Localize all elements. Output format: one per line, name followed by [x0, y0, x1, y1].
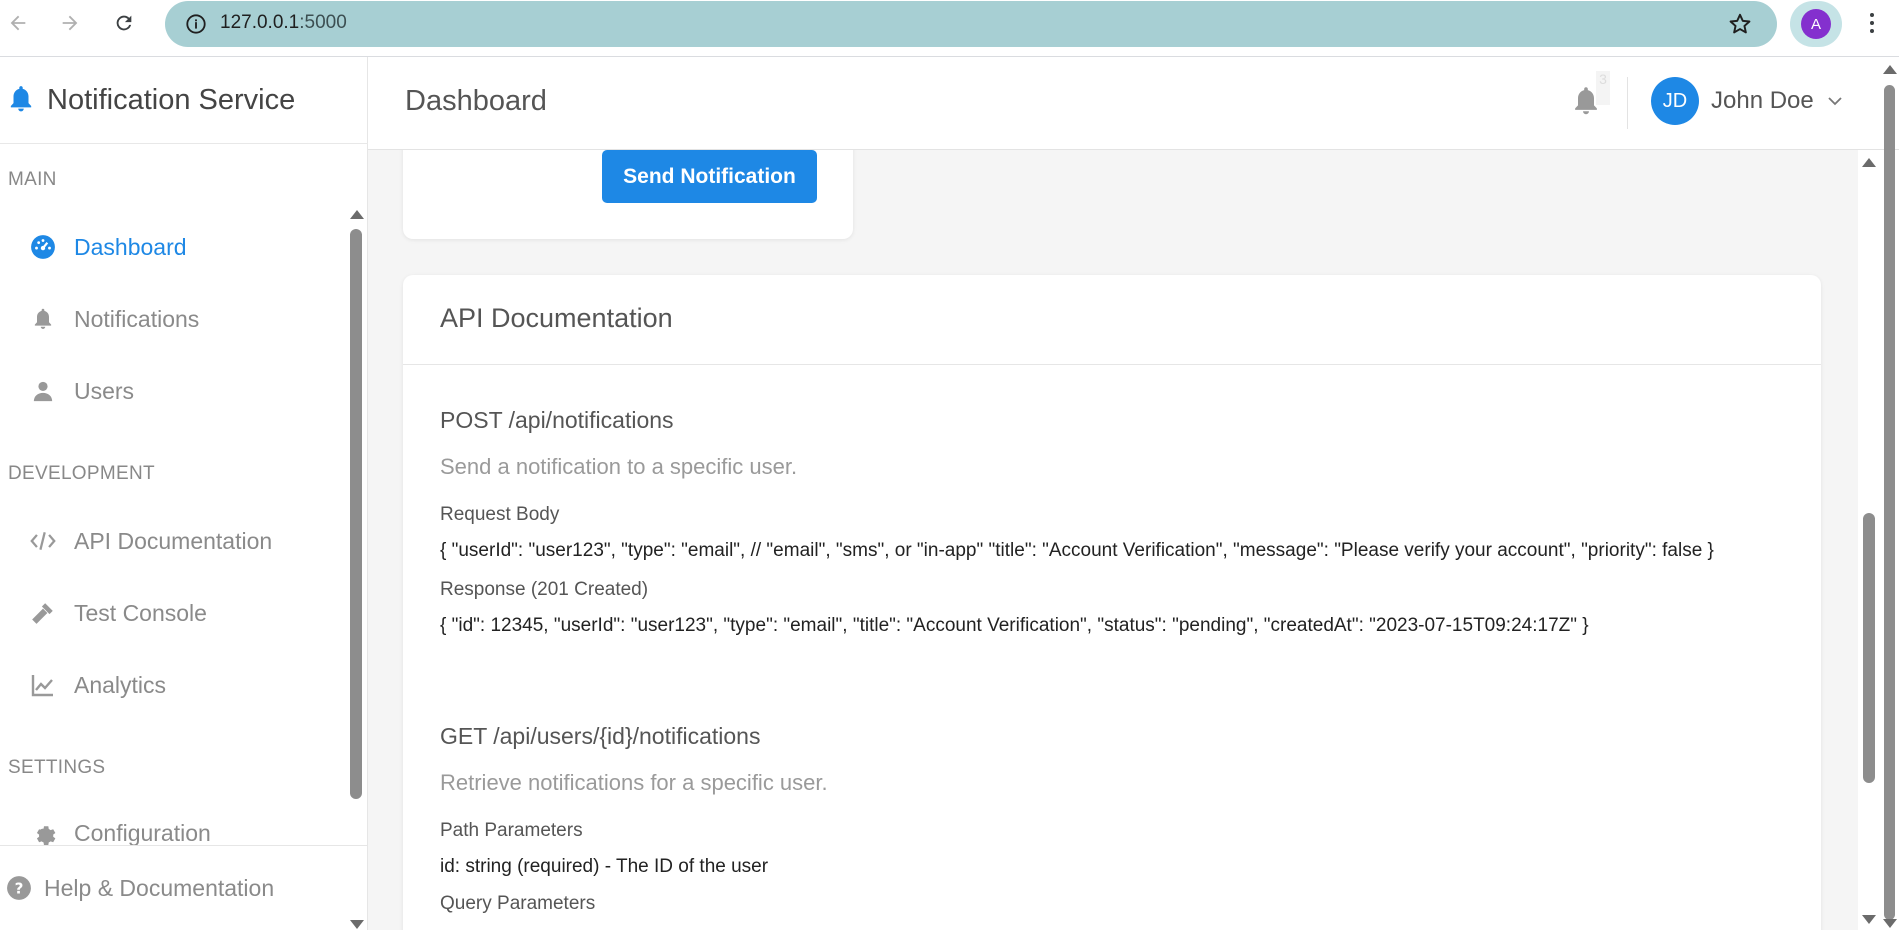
sidebar-item-label: Configuration	[74, 819, 211, 846]
sidebar-item-label: Dashboard	[74, 233, 187, 260]
sidebar-item-analytics[interactable]: Analytics	[30, 665, 166, 705]
user-icon	[30, 378, 56, 404]
help-label: Help & Documentation	[44, 874, 275, 901]
page-title: Dashboard	[405, 85, 547, 117]
main-content: Send Notification API Documentation POST…	[368, 150, 1858, 930]
url-port: :5000	[299, 12, 347, 33]
sidebar-nav: MAIN Dashboard Notifications Users DEVEL…	[0, 145, 368, 845]
endpoint-title: GET /api/users/{id}/notifications	[440, 723, 761, 749]
sidebar-item-label: Analytics	[74, 671, 167, 698]
sidebar-item-dashboard[interactable]: Dashboard	[30, 227, 187, 267]
question-circle-icon: ?	[7, 876, 31, 900]
sidebar-item-configuration[interactable]: Configuration	[30, 813, 211, 845]
scroll-down-arrow[interactable]	[1883, 919, 1897, 928]
browser-menu-button[interactable]	[1860, 8, 1884, 38]
code-icon	[30, 528, 56, 554]
dashboard-icon	[30, 234, 56, 260]
path-parameters-value: id: string (required) - The ID of the us…	[440, 856, 769, 877]
star-icon[interactable]	[1727, 11, 1753, 37]
query-parameters-label: Query Parameters	[440, 893, 596, 914]
sidebar-item-label: API Documentation	[74, 527, 273, 554]
url-text[interactable]: 127.0.0.1:5000	[220, 12, 347, 34]
profile-button[interactable]: A	[1790, 1, 1842, 47]
brand: Notification Service	[0, 57, 368, 144]
scroll-up-arrow[interactable]	[1883, 65, 1897, 74]
profile-avatar: A	[1801, 9, 1831, 39]
browser-toolbar: 127.0.0.1:5000 A	[0, 0, 1899, 57]
api-documentation-card: API Documentation POST /api/notification…	[403, 275, 1821, 930]
hammer-icon	[30, 600, 56, 626]
main-scroll-thumb[interactable]	[1863, 513, 1875, 783]
sidebar-item-label: Notifications	[74, 305, 200, 332]
scroll-down-arrow[interactable]	[1862, 915, 1876, 924]
reload-icon	[116, 15, 132, 31]
section-label-main: MAIN	[8, 169, 57, 190]
path-parameters-label: Path Parameters	[440, 820, 583, 841]
doc-card-title: API Documentation	[403, 275, 1821, 365]
scroll-up-arrow[interactable]	[350, 210, 364, 219]
sidebar-item-label: Test Console	[74, 599, 207, 626]
header-divider	[1627, 77, 1628, 129]
scroll-up-arrow[interactable]	[1862, 158, 1876, 167]
endpoint-description: Send a notification to a specific user.	[440, 454, 798, 479]
back-button[interactable]	[3, 8, 33, 38]
brand-title: Notification Service	[47, 84, 296, 116]
page-scrollbar[interactable]	[1880, 57, 1899, 930]
info-icon[interactable]	[185, 13, 207, 35]
sidebar-scrollbar[interactable]	[346, 149, 368, 929]
response-label: Response (201 Created)	[440, 579, 649, 600]
sidebar-item-notifications[interactable]: Notifications	[30, 299, 199, 339]
gear-icon	[30, 820, 56, 845]
avatar: JD	[1651, 77, 1699, 125]
url-host: 127.0.0.1	[220, 12, 300, 33]
endpoint-get-user-notifications: GET /api/users/{id}/notifications Retrie…	[440, 723, 1770, 915]
forward-button[interactable]	[55, 8, 85, 38]
main-scrollbar[interactable]	[1858, 150, 1880, 930]
request-body-code: { "userId": "user123", "type": "email", …	[440, 540, 1714, 561]
user-name: John Doe	[1711, 87, 1814, 114]
section-label-development: DEVELOPMENT	[8, 463, 155, 484]
endpoint-title: POST /api/notifications	[440, 407, 674, 433]
arrow-right-icon	[62, 15, 78, 31]
svg-text:?: ?	[15, 879, 24, 897]
request-body-label: Request Body	[440, 504, 560, 525]
user-menu[interactable]: JD John Doe	[1651, 77, 1844, 125]
endpoint-post-notifications: POST /api/notifications Send a notificat…	[440, 407, 1770, 640]
top-header: Dashboard 3 JD John Doe	[368, 57, 1899, 150]
page-scroll-thumb[interactable]	[1884, 85, 1895, 920]
chevron-down-icon	[1828, 97, 1842, 106]
endpoint-description: Retrieve notifications for a specific us…	[440, 770, 828, 795]
bell-icon	[10, 86, 32, 112]
bell-icon	[30, 306, 56, 332]
section-label-settings: SETTINGS	[8, 757, 106, 778]
address-bar[interactable]: 127.0.0.1:5000	[165, 1, 1777, 47]
reload-button[interactable]	[109, 8, 139, 38]
send-notification-button[interactable]: Send Notification	[602, 150, 817, 203]
notification-badge: 3	[1596, 71, 1610, 105]
arrow-left-icon	[10, 15, 26, 31]
sidebar-item-users[interactable]: Users	[30, 371, 134, 411]
sidebar-scroll-thumb[interactable]	[350, 229, 362, 799]
response-body-code: { "id": 12345, "userId": "user123", "typ…	[440, 615, 1589, 636]
help-link[interactable]: ? Help & Documentation	[0, 845, 368, 930]
chart-line-icon	[30, 672, 56, 698]
sidebar: Notification Service MAIN Dashboard Noti…	[0, 57, 368, 930]
send-notification-card: Send Notification	[403, 150, 853, 239]
sidebar-item-test-console[interactable]: Test Console	[30, 593, 207, 633]
sidebar-item-api-documentation[interactable]: API Documentation	[30, 521, 272, 561]
sidebar-item-label: Users	[74, 377, 135, 404]
